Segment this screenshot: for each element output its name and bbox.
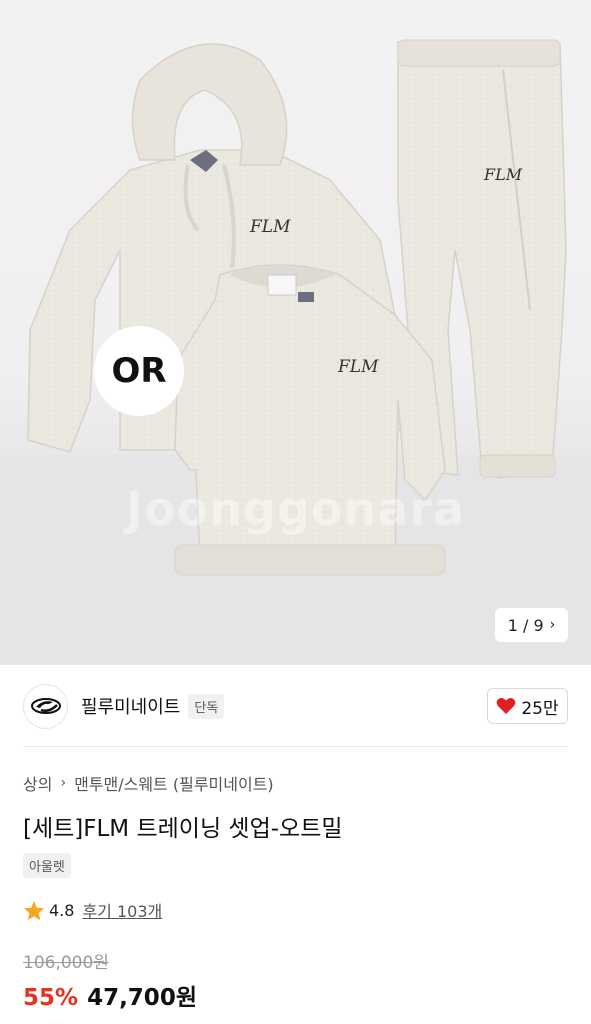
brand-name[interactable]: 필루미네이트	[81, 693, 180, 719]
original-price: 106,000원	[23, 953, 109, 973]
pants-logo: FLM	[483, 165, 523, 184]
breadcrumb: 상의 › 맨투맨/스웨트 (필루미네이트)	[23, 771, 274, 795]
product-image-set: FLM FLM FLM	[27, 39, 567, 576]
like-count: 25만	[521, 698, 559, 719]
brand-logo-mark-icon	[30, 698, 61, 714]
like-button[interactable]: 25만	[487, 688, 568, 724]
chevron-right-icon: ›	[60, 775, 67, 791]
sweatshirt-logo: FLM	[337, 357, 379, 377]
breadcrumb-item-top[interactable]: 상의	[23, 771, 52, 795]
product-title: [세트]FLM 트레이닝 셋업-오트밀	[23, 816, 343, 842]
brand-row: 필루미네이트 단독 25만	[23, 683, 568, 729]
image-counter-button[interactable]: 1 / 9 ›	[495, 608, 568, 642]
outlet-badge: 아울렛	[23, 853, 71, 878]
breadcrumb-item-sweatshirt[interactable]: 맨투맨/스웨트 (필루미네이트)	[74, 771, 274, 795]
reviews-link[interactable]: 후기 103개	[82, 898, 162, 922]
brand-logo-icon[interactable]	[23, 683, 68, 729]
sale-price: 47,700원	[87, 985, 197, 1011]
product-image-gallery[interactable]: FLM FLM FLM OR Joonggonara 1 / 9 ›	[0, 0, 591, 665]
chevron-right-icon: ›	[549, 617, 556, 633]
watermark-text: Joonggonara	[125, 482, 466, 536]
image-counter-text: 1 / 9	[507, 615, 544, 635]
discount-rate: 55%	[23, 985, 79, 1011]
exclusive-badge: 단독	[188, 693, 225, 719]
rating-score: 4.8	[49, 900, 75, 920]
section-divider	[23, 746, 568, 747]
heart-icon	[496, 698, 516, 714]
price-row: 55% 47,700원	[23, 978, 197, 1012]
star-icon	[23, 900, 45, 920]
hoodie-logo: FLM	[249, 217, 291, 237]
or-badge: OR	[94, 326, 184, 416]
rating-row: 4.8 후기 103개	[23, 898, 162, 922]
